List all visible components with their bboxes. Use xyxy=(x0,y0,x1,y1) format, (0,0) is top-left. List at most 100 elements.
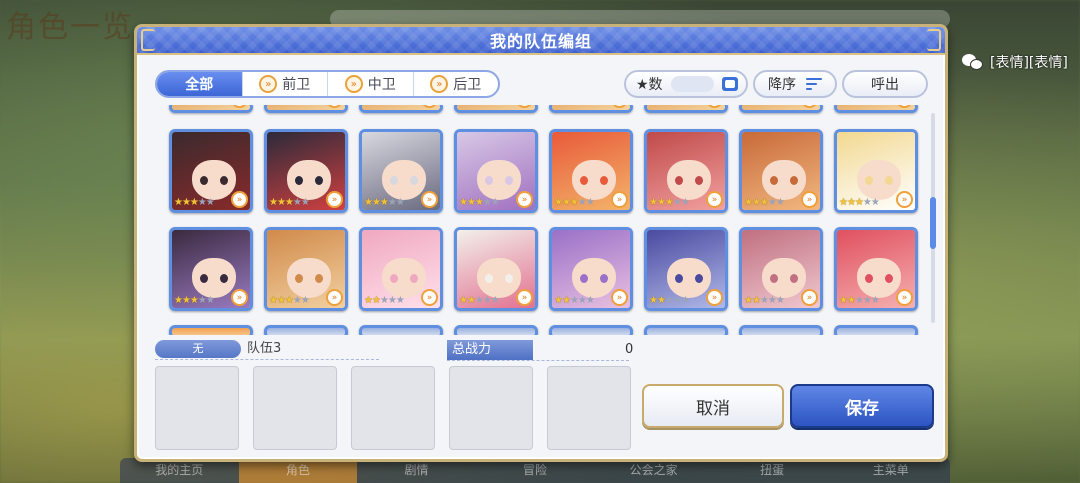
character-card[interactable] xyxy=(264,325,348,335)
character-card[interactable]: ★★★★★ » xyxy=(454,227,538,311)
character-card[interactable] xyxy=(834,325,918,335)
tab-all[interactable]: 全部 xyxy=(157,72,242,96)
star-rating: ★★★★★ xyxy=(174,105,215,108)
team-edit-dialog: 我的队伍编组 全部 » 前卫 » 中卫 » 后卫 ★数 降序 呼出 ★★★★★ »… xyxy=(134,24,948,462)
role-arrow-icon: » xyxy=(430,75,449,93)
character-card[interactable]: ★★★★★ » xyxy=(264,227,348,311)
character-card[interactable] xyxy=(739,325,823,335)
team-info-bar: 无 队伍3 总战力 0 xyxy=(155,340,633,361)
star-rating: ★★★★★ xyxy=(269,197,310,208)
character-card[interactable]: ★★★★★» xyxy=(739,105,823,113)
character-card[interactable]: ★★★★★» xyxy=(739,129,823,213)
character-card[interactable]: ★★★★★» xyxy=(644,227,728,311)
star-rating: ★★★★★ xyxy=(364,105,405,108)
character-card[interactable]: ★★★★★» xyxy=(264,129,348,213)
sort-options-icon xyxy=(722,77,738,91)
tab-vanguard[interactable]: » 前卫 xyxy=(241,72,328,96)
role-arrow-icon: » xyxy=(801,289,818,306)
role-arrow-icon: » xyxy=(516,289,533,306)
star-rating: ★★★★★ xyxy=(839,295,880,306)
sort-order-button[interactable]: 降序 xyxy=(753,70,837,98)
descending-lines-icon xyxy=(806,78,822,90)
tab-rearguard[interactable]: » 后卫 xyxy=(412,72,499,96)
role-arrow-icon: » xyxy=(259,75,278,93)
character-card[interactable] xyxy=(644,325,728,335)
character-card[interactable]: ★★★★★» xyxy=(359,105,443,113)
character-card[interactable] xyxy=(169,325,253,335)
team-tag: 无 xyxy=(155,340,241,358)
team-slot-1[interactable] xyxy=(155,366,239,450)
role-arrow-icon: » xyxy=(611,191,628,208)
character-card[interactable]: ★★★★★» xyxy=(834,105,918,113)
tab-midguard[interactable]: » 中卫 xyxy=(327,72,413,96)
star-rating: ★★★★★ xyxy=(459,295,500,306)
star-rating: ★★★★★ xyxy=(174,295,215,306)
star-rating: ★★★★★ xyxy=(649,295,690,306)
call-label: 呼出 xyxy=(871,77,899,93)
total-power-label: 总战力 xyxy=(447,340,533,360)
star-rating: ★★★★★ xyxy=(554,295,595,306)
tab-rearguard-label: 后卫 xyxy=(453,77,482,93)
call-button[interactable]: 呼出 xyxy=(842,70,928,98)
tab-vanguard-label: 前卫 xyxy=(282,77,311,93)
team-slot-4[interactable] xyxy=(449,366,533,450)
character-card[interactable] xyxy=(454,325,538,335)
character-card[interactable]: ★★★★★» xyxy=(454,105,538,113)
team-name: 队伍3 xyxy=(247,341,282,356)
star-rating: ★★★★★ xyxy=(364,295,405,306)
dialog-header: 我的队伍编组 xyxy=(137,27,945,55)
role-arrow-icon: » xyxy=(896,289,913,306)
dialog-title: 我的队伍编组 xyxy=(489,32,592,51)
character-card[interactable]: ★★★★★ » xyxy=(644,129,728,213)
role-arrow-icon: » xyxy=(706,191,723,208)
team-slot-5[interactable] xyxy=(547,366,631,450)
star-rating: ★★★★★ xyxy=(269,295,310,306)
character-card[interactable]: ★★★★★» xyxy=(549,105,633,113)
team-slot-3[interactable] xyxy=(351,366,435,450)
role-arrow-icon: » xyxy=(421,289,438,306)
character-card[interactable]: ★★★★★» xyxy=(359,129,443,213)
save-button[interactable]: 保存 xyxy=(790,384,934,428)
cancel-button[interactable]: 取消 xyxy=(642,384,784,428)
star-rating: ★★★★★ xyxy=(839,105,880,108)
character-card[interactable]: ★★★★★ » xyxy=(834,129,918,213)
character-card[interactable]: ★★★★★ » xyxy=(834,227,918,311)
role-arrow-icon: » xyxy=(326,289,343,306)
grid-scrollbar-thumb[interactable] xyxy=(930,197,936,249)
tab-midguard-label: 中卫 xyxy=(367,77,396,93)
character-card[interactable]: ★★★★★» xyxy=(454,129,538,213)
tab-all-label: 全部 xyxy=(185,77,214,93)
character-card[interactable]: ★★★★★ » xyxy=(549,129,633,213)
character-grid: ★★★★★ » ★★★★★ » ★★★★★ » ★★★★★ » ★★★★★ » ★★★★★ » ★★★★… xyxy=(151,105,943,335)
character-card[interactable] xyxy=(549,325,633,335)
role-arrow-icon: » xyxy=(421,191,438,208)
character-card[interactable]: ★★★★★ » xyxy=(359,227,443,311)
sort-by-button[interactable]: ★数 xyxy=(624,70,748,98)
star-rating: ★★★★★ xyxy=(839,197,880,208)
character-card[interactable]: ★★★★★» xyxy=(169,105,253,113)
star-rating: ★★★★★ xyxy=(554,197,595,208)
character-card[interactable] xyxy=(359,325,443,335)
character-card[interactable]: ★★★★★» xyxy=(644,105,728,113)
star-rating: ★★★★★ xyxy=(459,105,500,108)
total-power-value: 0 xyxy=(625,342,634,357)
character-card[interactable]: ★★★★★» xyxy=(169,129,253,213)
star-rating: ★★★★★ xyxy=(744,105,785,108)
position-filter-tabs: 全部 » 前卫 » 中卫 » 后卫 xyxy=(155,70,500,98)
star-rating: ★★★★★ xyxy=(269,105,310,108)
star-rating: ★★★★★ xyxy=(649,105,690,108)
watermark: [表情][表情] xyxy=(962,52,1068,72)
team-slot-2[interactable] xyxy=(253,366,337,450)
role-arrow-icon: » xyxy=(611,289,628,306)
character-card[interactable]: ★★★★★ » xyxy=(169,227,253,311)
character-card[interactable]: ★★★★★» xyxy=(264,105,348,113)
star-rating: ★★★★★ xyxy=(649,197,690,208)
role-arrow-icon: » xyxy=(231,191,248,208)
role-arrow-icon: » xyxy=(896,191,913,208)
character-card[interactable]: ★★★★★ » xyxy=(739,227,823,311)
star-rating: ★★★★★ xyxy=(744,295,785,306)
star-rating: ★★★★★ xyxy=(554,105,595,108)
role-arrow-icon: » xyxy=(231,289,248,306)
role-arrow-icon: » xyxy=(344,75,363,93)
character-card[interactable]: ★★★★★ » xyxy=(549,227,633,311)
